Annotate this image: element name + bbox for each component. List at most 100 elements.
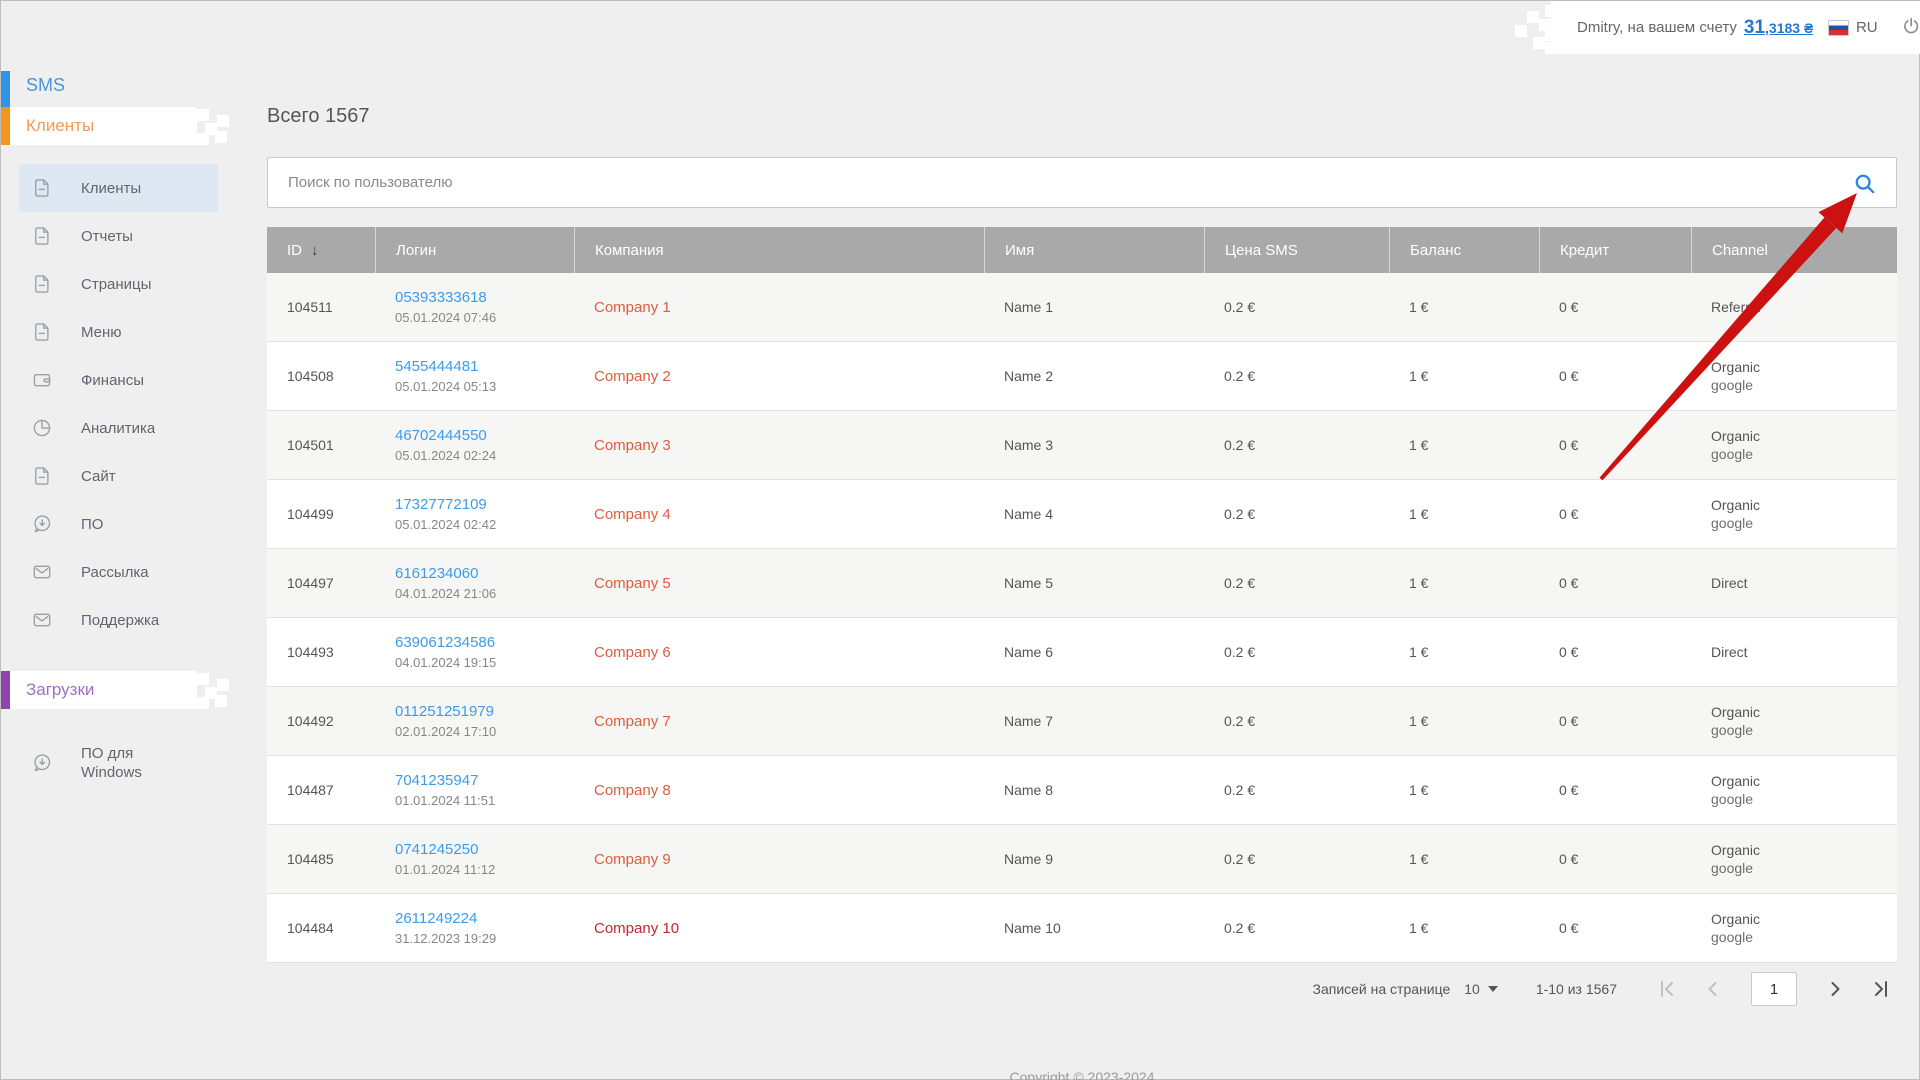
column-header-id[interactable]: ID ↓ [267, 227, 375, 273]
search-button[interactable] [1852, 171, 1878, 197]
sidebar-item-4[interactable]: Финансы [19, 356, 218, 404]
column-header-company[interactable]: Компания [574, 227, 984, 273]
login-link[interactable]: 05393333618 [395, 289, 574, 306]
channel-line1: Direct [1711, 574, 1897, 592]
company-link[interactable]: Company 7 [594, 713, 984, 730]
table-row: 104487 7041235947 01.01.2024 11:51 Compa… [267, 756, 1897, 825]
sidebar-item-9[interactable]: Поддержка [19, 596, 218, 644]
wallet-icon [31, 369, 53, 391]
document-icon [31, 321, 53, 343]
cell-name: Name 6 [984, 618, 1204, 686]
sidebar-section-downloads[interactable]: Загрузки [1, 671, 197, 709]
pixel-decoration [197, 109, 209, 121]
cell-company: Company 5 [574, 549, 984, 617]
company-link[interactable]: Company 2 [594, 368, 984, 385]
sidebar-item-0[interactable]: Клиенты [19, 164, 218, 212]
cell-credit: 0 € [1539, 618, 1691, 686]
login-link[interactable]: 6161234060 [395, 565, 574, 582]
company-link[interactable]: Company 8 [594, 782, 984, 799]
column-header-name[interactable]: Имя [984, 227, 1204, 273]
sidebar-item-3[interactable]: Меню [19, 308, 218, 356]
login-link[interactable]: 639061234586 [395, 634, 574, 651]
company-link[interactable]: Company 4 [594, 506, 984, 523]
login-link[interactable]: 2611249224 [395, 910, 574, 927]
brand-title: SMS [26, 75, 65, 96]
login-link[interactable]: 17327772109 [395, 496, 574, 513]
section-accent-bar [1, 107, 10, 145]
sidebar-item-label: Клиенты [81, 179, 141, 198]
cell-login: 0741245250 01.01.2024 11:12 [375, 825, 574, 893]
cell-channel: Organic google [1691, 411, 1897, 479]
cell-login: 46702444550 05.01.2024 02:24 [375, 411, 574, 479]
cell-credit: 0 € [1539, 687, 1691, 755]
table-row: 104493 639061234586 04.01.2024 19:15 Com… [267, 618, 1897, 687]
cell-name: Name 10 [984, 894, 1204, 962]
column-header-price[interactable]: Цена SMS [1204, 227, 1389, 273]
cell-login: 639061234586 04.01.2024 19:15 [375, 618, 574, 686]
login-date: 05.01.2024 02:42 [395, 517, 574, 532]
sidebar-item-1[interactable]: Отчеты [19, 212, 218, 260]
login-link[interactable]: 7041235947 [395, 772, 574, 789]
cell-company: Company 8 [574, 756, 984, 824]
company-link[interactable]: Company 10 [594, 920, 984, 937]
login-link[interactable]: 5455444481 [395, 358, 574, 375]
sidebar-item-label: Отчеты [81, 227, 133, 246]
language-selector[interactable]: RU [1856, 19, 1878, 36]
per-page-dropdown[interactable]: 10 [1464, 981, 1498, 997]
column-header-login[interactable]: Логин [375, 227, 574, 273]
first-page-button[interactable] [1655, 977, 1679, 1001]
column-header-balance[interactable]: Баланс [1389, 227, 1539, 273]
sidebar-download-item-0[interactable]: ПО для Windows [19, 735, 218, 791]
login-link[interactable]: 46702444550 [395, 427, 574, 444]
previous-page-button[interactable] [1701, 977, 1725, 1001]
sidebar-item-7[interactable]: ПО [19, 500, 218, 548]
cell-login: 17327772109 05.01.2024 02:42 [375, 480, 574, 548]
power-icon [1901, 16, 1920, 36]
company-link[interactable]: Company 3 [594, 437, 984, 454]
russia-flag-icon[interactable] [1828, 20, 1849, 36]
search-input[interactable] [268, 158, 1896, 207]
next-page-button[interactable] [1823, 977, 1847, 1001]
channel-line2: google [1711, 859, 1897, 877]
login-link[interactable]: 011251251979 [395, 703, 574, 720]
cell-id: 104497 [267, 549, 375, 617]
cell-channel: Referral [1691, 273, 1897, 341]
balance-link[interactable]: 31,3183 ₴ [1744, 17, 1813, 39]
company-link[interactable]: Company 1 [594, 299, 984, 316]
channel-line2: google [1711, 376, 1897, 394]
topbar: Dmitry, на вашем счету 31,3183 ₴ RU [1551, 1, 1920, 54]
sidebar-item-label: Рассылка [81, 563, 149, 582]
last-page-button[interactable] [1869, 977, 1893, 1001]
pixel-decoration [197, 673, 209, 685]
sidebar-section-clients[interactable]: Клиенты [1, 107, 197, 145]
channel-line2: google [1711, 514, 1897, 532]
cell-balance: 1 € [1389, 756, 1539, 824]
channel-line1: Organic [1711, 358, 1897, 376]
channel-line1: Organic [1711, 772, 1897, 790]
cell-credit: 0 € [1539, 549, 1691, 617]
table-header: ID ↓ Логин Компания Имя Цена SMS Баланс … [267, 227, 1897, 273]
balance-amount: 31 [1744, 17, 1765, 38]
sidebar-item-2[interactable]: Страницы [19, 260, 218, 308]
login-link[interactable]: 0741245250 [395, 841, 574, 858]
table-row: 104501 46702444550 05.01.2024 02:24 Comp… [267, 411, 1897, 480]
cell-price: 0.2 € [1204, 825, 1389, 893]
company-link[interactable]: Company 5 [594, 575, 984, 592]
cell-balance: 1 € [1389, 273, 1539, 341]
cell-balance: 1 € [1389, 825, 1539, 893]
cell-login: 2611249224 31.12.2023 19:29 [375, 894, 574, 962]
column-header-credit[interactable]: Кредит [1539, 227, 1691, 273]
logout-button[interactable] [1901, 16, 1920, 40]
first-page-icon [1655, 977, 1679, 1001]
document-icon [31, 177, 53, 199]
sidebar-item-5[interactable]: Аналитика [19, 404, 218, 452]
company-link[interactable]: Company 6 [594, 644, 984, 661]
cell-price: 0.2 € [1204, 549, 1389, 617]
sidebar-item-8[interactable]: Рассылка [19, 548, 218, 596]
column-header-channel[interactable]: Channel [1691, 227, 1897, 273]
company-link[interactable]: Company 9 [594, 851, 984, 868]
sort-descending-icon: ↓ [311, 242, 319, 259]
page-number-input[interactable] [1751, 972, 1797, 1006]
sidebar-item-label: Меню [81, 323, 122, 342]
sidebar-item-6[interactable]: Сайт [19, 452, 218, 500]
